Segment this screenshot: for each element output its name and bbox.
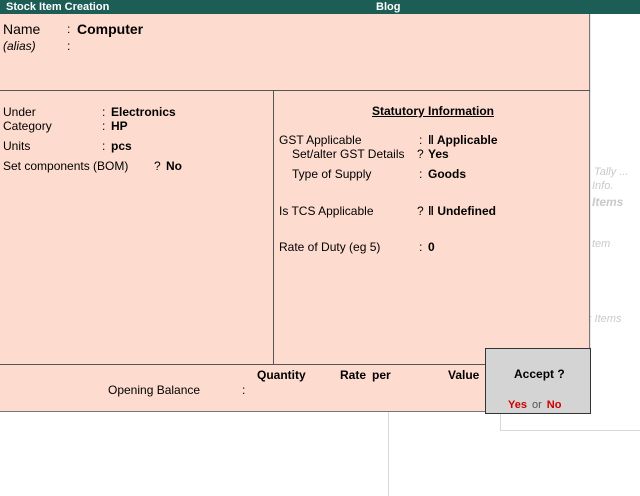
ghost-text-info: Info. (592, 180, 614, 192)
units-label: Units (3, 139, 31, 153)
colon: : (242, 383, 246, 397)
category-label: Category (3, 119, 52, 133)
gst-details-field[interactable]: Yes (428, 147, 449, 161)
units-field[interactable]: pcs (111, 139, 132, 153)
under-field[interactable]: Electronics (111, 105, 176, 119)
name-label: Name (3, 21, 41, 37)
accept-no-button[interactable]: No (547, 399, 562, 411)
gst-applicable-value: Applicable (436, 133, 498, 147)
rate-of-duty-field[interactable]: 0 (428, 240, 435, 254)
accept-question: Accept ? (514, 367, 565, 381)
gst-details-label: Set/alter GST Details (292, 147, 405, 161)
title-bar: Stock Item Creation Blog (0, 0, 640, 14)
tcs-value: Undefined (437, 204, 496, 218)
accept-or-text: or (531, 399, 542, 411)
screen-title: Stock Item Creation (6, 1, 110, 13)
column-divider (273, 90, 274, 364)
opening-balance-label: Opening Balance (108, 383, 201, 397)
alias-colon: : (67, 39, 71, 53)
value-header: Value (448, 368, 480, 382)
section-divider (0, 364, 485, 365)
per-header: per (372, 368, 391, 382)
alias-field[interactable] (77, 38, 277, 52)
question-mark: ? (154, 159, 161, 173)
colon: : (102, 119, 106, 133)
accept-yes-button[interactable]: Yes (508, 399, 527, 411)
tcs-field[interactable]: ‖ Undefined (428, 204, 496, 218)
background-panel (590, 14, 640, 496)
company-name: Blog (376, 1, 401, 13)
colon: : (102, 105, 106, 119)
gst-applicable-field[interactable]: ‖ Applicable (428, 133, 498, 147)
quantity-header: Quantity (257, 368, 306, 382)
background-divider (500, 412, 501, 430)
rate-header: Rate (340, 368, 367, 382)
opening-balance-field[interactable] (252, 382, 482, 396)
name-field[interactable]: Computer (77, 21, 143, 37)
name-colon: : (67, 22, 71, 36)
question-mark: ? (417, 147, 424, 161)
accept-options: Yes or No (508, 399, 561, 411)
supply-type-field[interactable]: Goods (428, 167, 466, 181)
background-divider (500, 430, 640, 431)
ghost-text-k-items: k Items (586, 313, 622, 325)
category-field[interactable]: HP (111, 119, 128, 133)
colon: : (419, 167, 423, 181)
background-divider (388, 412, 389, 496)
ghost-text-tally: Tally ... (594, 166, 629, 178)
bom-field[interactable]: No (166, 159, 182, 173)
bom-label: Set components (BOM) (3, 159, 129, 173)
colon: : (419, 240, 423, 254)
statutory-title: Statutory Information (372, 104, 494, 118)
supply-type-label: Type of Supply (292, 167, 372, 181)
colon: : (419, 133, 423, 147)
gst-applicable-label: GST Applicable (279, 133, 362, 147)
under-label: Under (3, 105, 36, 119)
ghost-text-item: tem (592, 238, 611, 250)
tcs-label: Is TCS Applicable (279, 204, 374, 218)
alias-label: (alias) (3, 39, 36, 53)
ghost-text-items: Items (592, 195, 624, 209)
rate-of-duty-label: Rate of Duty (eg 5) (279, 240, 381, 254)
question-mark: ? (417, 204, 424, 218)
accept-dialog: Accept ? Yes or No (485, 348, 591, 414)
colon: : (102, 139, 106, 153)
section-divider (0, 90, 590, 91)
